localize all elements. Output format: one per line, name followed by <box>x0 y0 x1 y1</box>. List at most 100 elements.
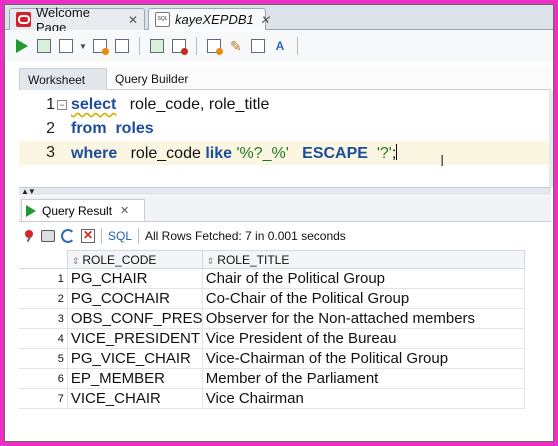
code-text: role_code, role_title <box>116 96 270 113</box>
chevron-down-icon[interactable]: ▼ <box>79 42 87 51</box>
run-script-button[interactable] <box>35 37 53 55</box>
close-icon[interactable]: ✕ <box>120 204 129 217</box>
fetch-status: All Rows Fetched: 7 in 0.001 seconds <box>145 229 346 243</box>
table-row[interactable]: 4 VICE_PRESIDENT Vice President of the Bur… <box>19 328 526 349</box>
cell-role-code[interactable]: VICE_CHAIR <box>66 388 203 409</box>
panel-splitter[interactable]: ▲▼ <box>19 187 551 196</box>
sql-developer-window: Welcome Page ✕ SQL kayeXEPDB1 ✕ ▼ ✎ A Wo… <box>4 4 554 442</box>
cancel-query-icon[interactable] <box>81 228 95 243</box>
keyword-escape: ESCAPE <box>302 144 368 162</box>
code-line-1: select role_code, role_title <box>71 96 269 114</box>
editor-line[interactable]: 1 − select role_code, role_title <box>19 93 551 117</box>
column-header-label: ROLE_CODE <box>82 252 157 267</box>
string-literal: '%?_%' <box>232 144 289 162</box>
cell-role-title[interactable]: Observer for the Non-attached members <box>201 308 526 329</box>
commit-transaction-button[interactable] <box>148 37 166 55</box>
text-caret <box>396 143 398 160</box>
cell-role-code[interactable]: PG_CHAIR <box>66 268 203 289</box>
cell-role-code[interactable]: VICE_PRESIDENT <box>66 328 203 349</box>
line-number: 3 <box>46 144 55 161</box>
string-literal: '?' <box>367 144 392 162</box>
column-header-role-title[interactable]: ⇕ ROLE_TITLE <box>201 250 526 269</box>
cell-role-title[interactable]: Vice President of the Bureau <box>201 328 526 349</box>
keyword-from: from <box>71 120 107 137</box>
fold-toggle-icon[interactable]: − <box>57 100 67 110</box>
pin-icon[interactable] <box>23 230 35 242</box>
collapse-arrows-icon[interactable]: ▲▼ <box>21 187 36 196</box>
print-icon[interactable] <box>41 230 55 242</box>
column-header-role-code[interactable]: ⇕ ROLE_CODE <box>66 250 203 269</box>
tab-query-builder[interactable]: Query Builder <box>107 68 196 90</box>
unshared-sql-icon <box>206 39 223 55</box>
cell-role-code[interactable]: OBS_CONF_PRES <box>66 308 203 329</box>
tab-worksheet[interactable]: Worksheet <box>19 68 107 90</box>
toolbar-divider <box>101 228 102 244</box>
table-row[interactable]: 7 VICE_CHAIR Vice Chairman <box>19 388 526 409</box>
eraser-icon: ✎ <box>230 37 242 54</box>
unshared-sql-button[interactable] <box>205 37 223 55</box>
run-statement-icon[interactable] <box>13 37 31 55</box>
toolbar-divider <box>138 37 140 55</box>
close-icon[interactable]: ✕ <box>128 13 138 27</box>
cell-role-code[interactable]: PG_VICE_CHAIR <box>66 348 203 369</box>
column-header-label: ROLE_TITLE <box>217 252 290 267</box>
table-row[interactable]: 6 EP_MEMBER Member of the Parliament <box>19 368 526 389</box>
tab-worksheet-connection[interactable]: SQL kayeXEPDB1 ✕ <box>148 8 270 30</box>
autotrace-icon <box>114 39 129 53</box>
tab-welcome-page[interactable]: Welcome Page ✕ <box>9 5 145 35</box>
sql-editor[interactable]: 1 − select role_code, role_title 2 from … <box>19 91 551 187</box>
worksheet-toolbar: ▼ ✎ A <box>5 31 553 61</box>
commit-icon <box>59 39 73 53</box>
tab-label: kayeXEPDB1 <box>175 12 254 27</box>
tab-query-result[interactable]: Query Result ✕ <box>21 199 145 221</box>
commit-check-icon <box>149 39 164 53</box>
row-number-header <box>19 250 68 269</box>
editor-tab-strip: Welcome Page ✕ SQL kayeXEPDB1 ✕ <box>5 5 553 35</box>
run-icon <box>26 204 36 217</box>
commit-button[interactable] <box>57 37 75 55</box>
editor-line-current[interactable]: 3 where role_code like '%?_%' ESCAPE '?'… <box>19 141 551 165</box>
explain-plan-button[interactable] <box>91 37 109 55</box>
line-number: 2 <box>46 120 55 137</box>
cell-role-title[interactable]: Vice-Chairman of the Political Group <box>201 348 526 369</box>
table-row[interactable]: 5 PG_VICE_CHAIR Vice-Chairman of the Polit… <box>19 348 526 369</box>
table-row[interactable]: 3 OBS_CONF_PRES Observer for the Non-attac… <box>19 308 526 329</box>
eraser-button[interactable]: ✎ <box>227 37 245 55</box>
cell-role-title[interactable]: Chair of the Political Group <box>201 268 526 289</box>
row-number: 5 <box>19 348 68 369</box>
refresh-icon[interactable] <box>61 229 75 243</box>
row-number: 3 <box>19 308 68 329</box>
table-row[interactable]: 1 PG_CHAIR Chair of the Political Group <box>19 268 526 289</box>
autotrace-button[interactable] <box>113 37 131 55</box>
cell-role-title[interactable]: Member of the Parliament <box>201 368 526 389</box>
keyword-where: where <box>71 144 118 162</box>
sql-db-icon: SQL <box>155 12 170 27</box>
run-script-icon <box>37 39 51 53</box>
table-row[interactable]: 2 PG_COCHAIR Co-Chair of the Political Gro… <box>19 288 526 309</box>
close-icon[interactable]: ✕ <box>260 13 270 27</box>
editor-line[interactable]: 2 from roles <box>19 117 551 141</box>
sort-icon: ⇕ <box>206 255 215 266</box>
sql-link[interactable]: SQL <box>108 229 132 243</box>
keyword-select: select <box>71 96 117 113</box>
worksheet-subtabs: Worksheet Query Builder <box>19 66 551 90</box>
ibeam-cursor-icon: I <box>440 153 445 170</box>
toolbar-divider <box>138 228 140 244</box>
cell-role-title[interactable]: Vice Chairman <box>201 388 526 409</box>
cell-role-code[interactable]: PG_COCHAIR <box>66 288 203 309</box>
history-button[interactable] <box>249 37 267 55</box>
oracle-icon <box>16 12 31 27</box>
cell-role-code[interactable]: EP_MEMBER <box>66 368 203 389</box>
code-text: roles <box>106 120 154 137</box>
results-toolbar: SQL All Rows Fetched: 7 in 0.001 seconds <box>19 223 551 249</box>
rollback-button[interactable] <box>170 37 188 55</box>
editor-scrollbar[interactable] <box>549 91 553 187</box>
cell-role-title[interactable]: Co-Chair of the Political Group <box>201 288 526 309</box>
format-button[interactable]: A <box>271 37 289 55</box>
toolbar-divider <box>195 37 197 55</box>
explain-plan-icon <box>92 39 109 55</box>
format-icon: A <box>275 39 285 53</box>
line-number: 1 <box>46 96 55 113</box>
code-line-3: where role_code like '%?_%' ESCAPE '?'; <box>71 143 398 163</box>
